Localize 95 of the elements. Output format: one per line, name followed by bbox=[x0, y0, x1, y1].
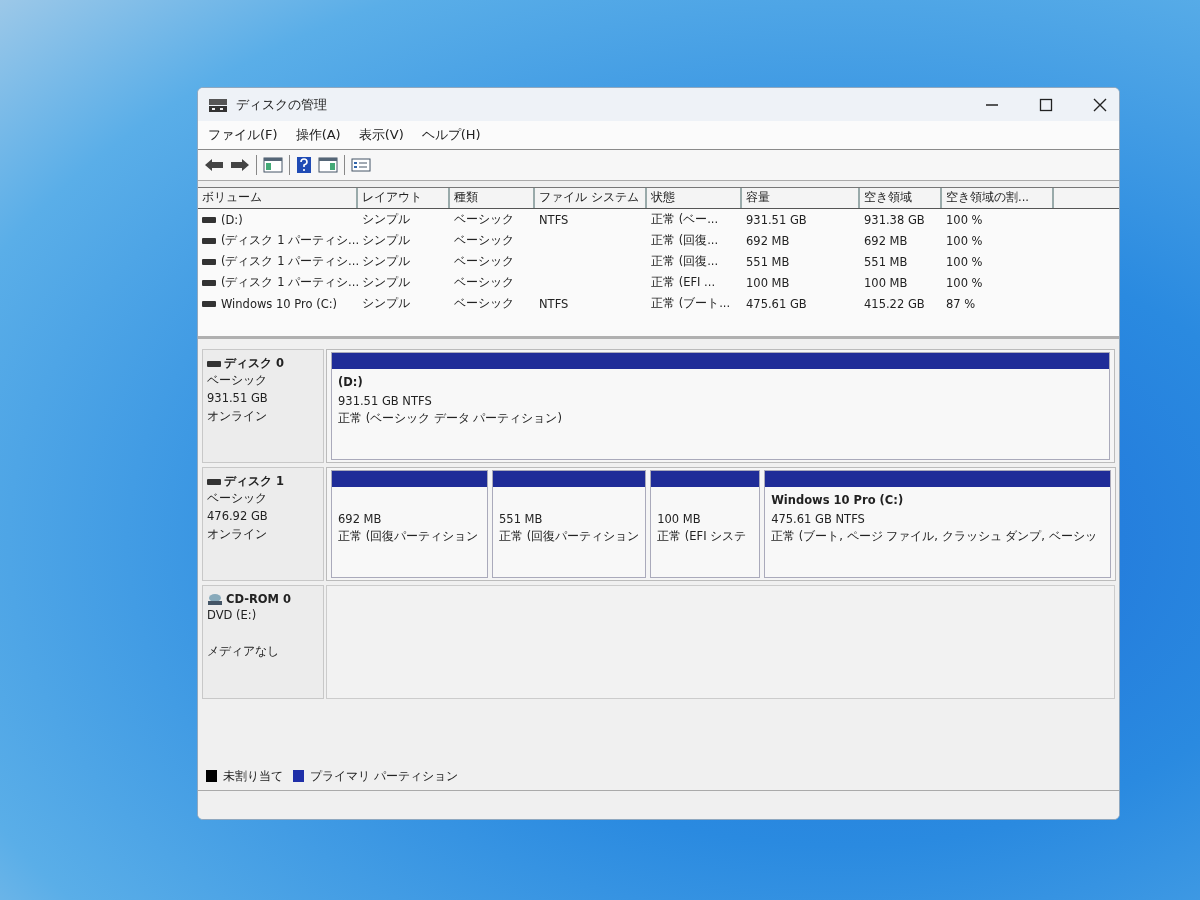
maximize-icon[interactable] bbox=[1039, 97, 1053, 112]
table-cell: ベーシック bbox=[454, 275, 514, 290]
disk-info: オンライン bbox=[207, 409, 268, 425]
partition-title: Windows 10 Pro (C:) bbox=[771, 493, 905, 509]
disk-name: CD-ROM 0 bbox=[226, 592, 292, 606]
table-cell: 正常 (EFI ... bbox=[651, 275, 716, 290]
volume-icon bbox=[202, 216, 216, 223]
help-icon[interactable] bbox=[296, 156, 312, 174]
table-cell: 551 MB bbox=[746, 254, 790, 269]
table-cell: Windows 10 Pro (C:) bbox=[221, 296, 338, 311]
table-cell: 100 MB bbox=[746, 275, 790, 290]
column-header[interactable]: 容量 bbox=[742, 188, 860, 208]
table-cell: 100 MB bbox=[864, 275, 908, 290]
optical-drive-icon bbox=[207, 592, 223, 606]
legend-label: プライマリ パーティション bbox=[310, 768, 458, 784]
partition-block[interactable]: Windows 10 Pro (C:) 475.61 GB NTFS 正常 (ブート, ページ ファイル, クラッシュ ダンプ, ベーシッ bbox=[764, 470, 1112, 578]
console-tree-icon[interactable] bbox=[263, 157, 283, 173]
menu-item[interactable]: 表示(V) bbox=[358, 126, 404, 144]
table-cell: 100 % bbox=[946, 233, 983, 248]
disk-info: DVD (E:) bbox=[207, 608, 258, 624]
volume-icon bbox=[202, 237, 216, 244]
disk-name: ディスク 0 bbox=[224, 356, 284, 371]
table-cell: 475.61 GB bbox=[746, 296, 807, 311]
table-cell: ベーシック bbox=[454, 233, 514, 248]
volume-icon bbox=[202, 300, 216, 307]
table-cell: 正常 (ベー... bbox=[651, 212, 719, 227]
volume-icon bbox=[202, 279, 216, 286]
table-cell: シンプル bbox=[362, 212, 410, 227]
disk-info: ベーシック bbox=[207, 491, 268, 507]
table-cell: 931.51 GB bbox=[746, 212, 807, 227]
partition-info: 692 MB bbox=[338, 512, 383, 526]
table-cell: (ディスク 1 パーティシ... bbox=[221, 275, 360, 290]
action-pane-icon[interactable] bbox=[318, 157, 338, 173]
table-cell: (ディスク 1 パーティシ... bbox=[221, 254, 360, 269]
table-cell: 551 MB bbox=[864, 254, 908, 269]
column-header[interactable]: 種類 bbox=[450, 188, 535, 208]
table-cell: 正常 (回復... bbox=[651, 254, 719, 269]
legend-label: 未割り当て bbox=[223, 768, 283, 784]
partition-info: 正常 (回復パーティション bbox=[499, 529, 640, 544]
forward-arrow-icon[interactable] bbox=[230, 157, 250, 173]
partition-block[interactable]: 100 MB 正常 (EFI システ bbox=[650, 470, 761, 578]
table-cell: 931.38 GB bbox=[864, 212, 925, 227]
partition-info: 正常 (EFI システ bbox=[657, 529, 748, 544]
back-arrow-icon[interactable] bbox=[204, 157, 224, 173]
table-cell: 100 % bbox=[946, 212, 983, 227]
table-cell: NTFS bbox=[539, 212, 569, 227]
partition-info: 正常 (ブート, ページ ファイル, クラッシュ ダンプ, ベーシッ bbox=[771, 529, 1098, 544]
table-cell: (D:) bbox=[221, 212, 243, 227]
partition-info: 551 MB bbox=[499, 512, 544, 526]
column-header[interactable]: 空き領域 bbox=[860, 188, 942, 208]
partition-title: (D:) bbox=[338, 375, 364, 391]
column-header[interactable]: ファイル システム bbox=[535, 188, 647, 208]
column-header[interactable]: 空き領域の割... bbox=[942, 188, 1054, 208]
table-cell: NTFS bbox=[539, 296, 569, 311]
disk-info: ベーシック bbox=[207, 373, 268, 389]
disk-info: 931.51 GB bbox=[207, 391, 269, 407]
table-cell: シンプル bbox=[362, 296, 410, 311]
menu-item[interactable]: 操作(A) bbox=[295, 126, 341, 144]
table-cell: ベーシック bbox=[454, 212, 514, 227]
menu-item[interactable]: ヘルプ(H) bbox=[421, 126, 481, 144]
disk-info: オンライン bbox=[207, 527, 268, 543]
disk-drive-icon bbox=[208, 96, 228, 113]
disk-info: メディアなし bbox=[207, 644, 280, 660]
window-title: ディスクの管理 bbox=[236, 95, 327, 114]
table-cell: ベーシック bbox=[454, 254, 514, 269]
table-cell: ベーシック bbox=[454, 296, 514, 311]
table-cell: 100 % bbox=[946, 254, 983, 269]
volume-icon bbox=[202, 258, 216, 265]
column-header[interactable]: ボリューム bbox=[198, 188, 358, 208]
table-cell: 692 MB bbox=[864, 233, 908, 248]
table-cell: 692 MB bbox=[746, 233, 790, 248]
partition-info: 475.61 GB NTFS bbox=[771, 512, 866, 526]
partition-info: 931.51 GB NTFS bbox=[338, 394, 433, 408]
table-cell: シンプル bbox=[362, 254, 410, 269]
partition-block[interactable]: 551 MB 正常 (回復パーティション bbox=[492, 470, 647, 578]
menu-item[interactable]: ファイル(F) bbox=[208, 126, 278, 144]
partition-info: 正常 (回復パーティション bbox=[338, 529, 480, 544]
table-cell: (ディスク 1 パーティシ... bbox=[221, 233, 360, 248]
table-cell: 415.22 GB bbox=[864, 296, 925, 311]
partition-block[interactable]: 692 MB 正常 (回復パーティション bbox=[331, 470, 488, 578]
table-cell: 87 % bbox=[946, 296, 976, 311]
partition-block[interactable]: (D:) 931.51 GB NTFS 正常 (ベーシック データ パーティション) bbox=[331, 352, 1110, 460]
table-cell: 正常 (ブート... bbox=[651, 296, 731, 311]
table-cell: シンプル bbox=[362, 233, 410, 248]
partition-info: 正常 (ベーシック データ パーティション) bbox=[338, 411, 563, 426]
partition-info: 100 MB bbox=[657, 512, 702, 526]
disk-info: 476.92 GB bbox=[207, 509, 269, 525]
table-cell: 正常 (回復... bbox=[651, 233, 719, 248]
table-cell: シンプル bbox=[362, 275, 410, 290]
column-header[interactable]: 状態 bbox=[647, 188, 742, 208]
disk-name: ディスク 1 bbox=[224, 474, 284, 489]
table-cell: 100 % bbox=[946, 275, 983, 290]
column-header[interactable]: レイアウト bbox=[358, 188, 450, 208]
properties-icon[interactable] bbox=[351, 157, 371, 173]
close-icon[interactable] bbox=[1093, 97, 1107, 112]
